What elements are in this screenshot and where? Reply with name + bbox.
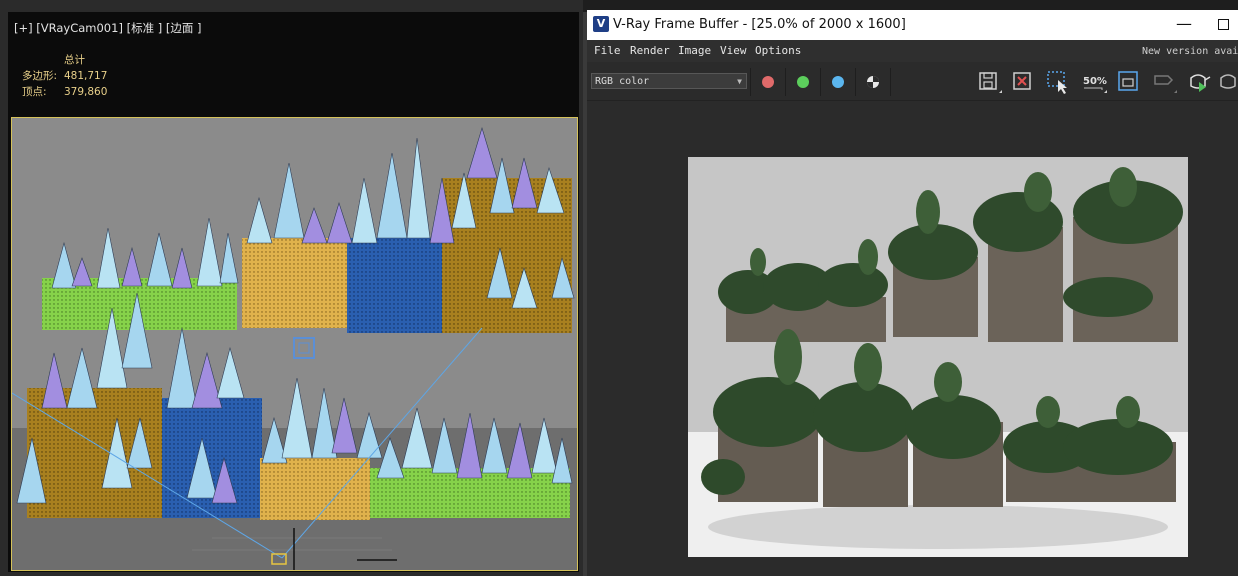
maximize-icon (1218, 19, 1229, 30)
minimize-button[interactable]: — (1173, 14, 1195, 36)
green-channel-button[interactable] (785, 68, 820, 96)
green-channel-icon (797, 76, 809, 88)
save-icon (979, 72, 1002, 93)
fit-frame-icon (1118, 71, 1138, 91)
polygons-label: 多边形: (22, 70, 58, 82)
contrast-icon (867, 76, 879, 88)
clear-icon (1013, 72, 1031, 90)
zoom-button[interactable]: 50% (1080, 68, 1108, 96)
rendered-image (688, 157, 1188, 557)
channel-select[interactable]: RGB color ▼ (591, 73, 747, 89)
teapot-icon (1190, 74, 1211, 92)
region-select-icon (1047, 71, 1067, 94)
title-bar[interactable]: V V-Ray Frame Buffer - [25.0% of 2000 x … (587, 10, 1238, 40)
clear-image-button[interactable] (1009, 68, 1037, 96)
red-channel-icon (762, 76, 774, 88)
blue-channel-button[interactable] (820, 68, 855, 96)
polygons-value: 481,717 (64, 70, 108, 82)
blue-channel-icon (832, 76, 844, 88)
viewport-panel: [+] [VRayCam001] [标准 ] [边面 ] 总计 多边形: 481,… (0, 0, 583, 576)
render-scene-svg (688, 157, 1188, 557)
vertices-row: 顶点: 379,860 (22, 84, 107, 100)
scene-statistics: 总计 多边形: 481,717 顶点: 379,860 (22, 52, 107, 100)
render-interactive-button[interactable] (1215, 68, 1238, 96)
render-history-button[interactable] (1150, 68, 1178, 96)
menu-image[interactable]: Image (678, 44, 711, 57)
alpha-channel-button[interactable] (855, 68, 891, 96)
menu-file[interactable]: File (594, 44, 621, 57)
menu-bar: File Render Image View Options (587, 40, 1238, 62)
menu-view[interactable]: View (720, 44, 747, 57)
vertices-label: 顶点: (22, 86, 47, 98)
interactive-teapot-icon (1220, 74, 1236, 89)
stats-header-row: 总计 (22, 52, 107, 68)
viewport-canvas[interactable] (11, 117, 578, 571)
viewport-scene-svg (11, 118, 577, 570)
render-button[interactable] (1185, 68, 1213, 96)
viewport-label[interactable]: [+] [VRayCam001] [标准 ] [边面 ] (14, 20, 202, 36)
zoom-label: 50% (1083, 76, 1107, 87)
menu-render[interactable]: Render (630, 44, 670, 57)
fit-window-button[interactable] (1115, 68, 1143, 96)
zoom-percent-icon: 50% (1083, 76, 1107, 93)
menu-options[interactable]: Options (755, 44, 801, 57)
vray-logo-icon: V (593, 16, 609, 32)
window-title: V-Ray Frame Buffer - [25.0% of 2000 x 16… (613, 17, 906, 32)
red-channel-button[interactable] (750, 68, 785, 96)
region-render-button[interactable] (1044, 68, 1072, 96)
vray-frame-buffer-window: V V-Ray Frame Buffer - [25.0% of 2000 x … (587, 10, 1238, 576)
save-image-button[interactable] (975, 68, 1003, 96)
maximize-button[interactable] (1213, 14, 1235, 36)
polygons-row: 多边形: 481,717 (22, 68, 107, 84)
stats-header: 总计 (64, 54, 85, 66)
history-icon (1154, 75, 1177, 93)
chevron-down-icon: ▼ (737, 77, 742, 86)
vertices-value: 379,860 (64, 86, 108, 98)
new-version-notice[interactable]: New version avai (1142, 46, 1238, 57)
channel-select-value: RGB color (595, 76, 650, 87)
